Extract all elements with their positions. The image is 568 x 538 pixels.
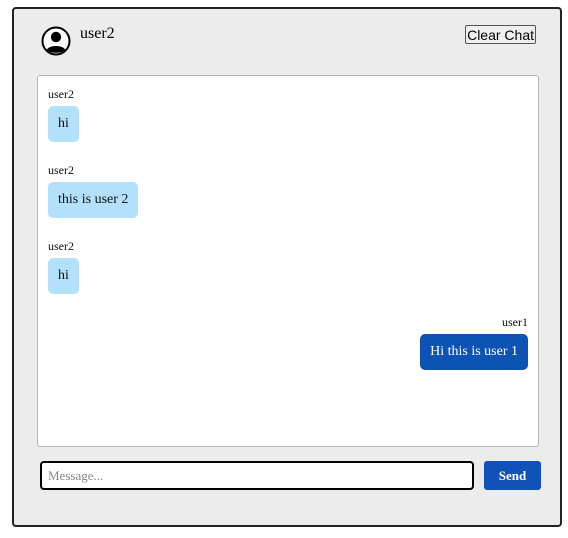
user-avatar-icon: [41, 26, 71, 56]
message-sender: user2: [48, 87, 74, 101]
clear-chat-button[interactable]: Clear Chat: [465, 25, 536, 44]
message-bubble: Hi this is user 1: [420, 334, 528, 370]
send-button[interactable]: Send: [484, 461, 541, 490]
message-sender: user2: [48, 163, 74, 177]
message-input[interactable]: [40, 461, 474, 490]
message-list[interactable]: user2 hi user2 this is user 2 user2 hi u…: [37, 75, 539, 447]
message-item: user2 hi: [48, 87, 79, 142]
message-bubble: hi: [48, 106, 79, 142]
message-sender: user1: [502, 315, 528, 329]
chat-window: user2 Clear Chat user2 hi user2 this is …: [12, 7, 562, 527]
message-item: user2 hi: [48, 239, 79, 294]
message-item: user1 Hi this is user 1: [420, 315, 528, 370]
message-bubble: hi: [48, 258, 79, 294]
message-item: user2 this is user 2: [48, 163, 139, 218]
message-bubble: this is user 2: [48, 182, 139, 218]
message-sender: user2: [48, 239, 74, 253]
chat-username: user2: [80, 25, 115, 42]
